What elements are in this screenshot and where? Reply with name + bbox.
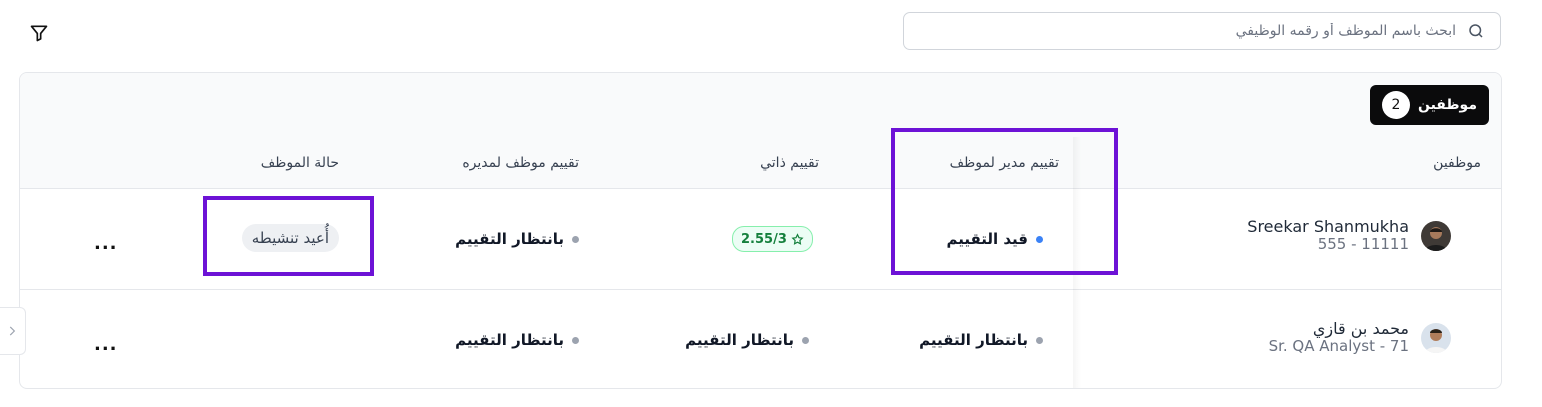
- employee-rating-manager-status: بانتظار التقييم: [455, 331, 579, 349]
- self-rating-label: بانتظار التقييم: [685, 331, 794, 349]
- highlight-box-employee-status: [203, 196, 374, 276]
- status-dot-icon: [572, 235, 579, 243]
- table-row[interactable]: Sreekar Shanmukha 11111 - 555: [1247, 217, 1451, 254]
- column-header-employee-status[interactable]: حالة الموظف: [261, 155, 339, 171]
- search-input[interactable]: [918, 22, 1458, 40]
- filter-icon: [30, 25, 48, 42]
- score-value: 2.55/3: [741, 231, 787, 247]
- employee-count-badge: موظفين 2: [1370, 85, 1489, 125]
- sidebar-toggle-button[interactable]: [0, 307, 26, 355]
- status-dot-icon: [802, 336, 809, 344]
- manager-rating-label: بانتظار التقييم: [919, 331, 1028, 349]
- column-header-employees[interactable]: موظفين: [1433, 155, 1481, 171]
- table-row[interactable]: محمد بن قازي Sr. QA Analyst - 71: [1268, 319, 1451, 356]
- header-divider: [20, 188, 1501, 189]
- more-actions-button[interactable]: ...: [94, 334, 118, 355]
- employee-subtitle: 11111 - 555: [1317, 235, 1409, 254]
- employee-rating-manager-label: بانتظار التقييم: [455, 331, 564, 349]
- self-rating-score-badge: 2.55/3: [732, 226, 813, 252]
- self-rating-status: بانتظار التقييم: [685, 331, 809, 349]
- employee-subtitle: Sr. QA Analyst - 71: [1268, 337, 1409, 356]
- row-divider: [20, 289, 1501, 290]
- filter-button[interactable]: [24, 18, 54, 48]
- employee-rating-manager-status: بانتظار التقييم: [455, 230, 579, 248]
- avatar: [1421, 220, 1451, 251]
- employee-rating-manager-label: بانتظار التقييم: [455, 230, 564, 248]
- employee-name[interactable]: محمد بن قازي: [1269, 319, 1409, 338]
- employee-count: 2: [1381, 91, 1410, 119]
- employee-count-label: موظفين: [1417, 97, 1478, 113]
- avatar: [1421, 322, 1451, 353]
- chevron-right-icon: [9, 326, 15, 336]
- star-icon: [791, 232, 804, 245]
- highlight-box-manager-rating: [891, 128, 1118, 275]
- search-box[interactable]: [903, 12, 1501, 50]
- employee-name[interactable]: Sreekar Shanmukha: [1247, 217, 1409, 236]
- column-header-employee-rating-manager[interactable]: تقييم موظف لمديره: [462, 155, 579, 171]
- manager-rating-status: بانتظار التقييم: [919, 331, 1043, 349]
- search-icon: [1466, 21, 1486, 41]
- status-dot-icon: [1036, 336, 1043, 344]
- column-header-self-rating[interactable]: تقييم ذاتي: [760, 155, 819, 171]
- more-actions-button[interactable]: ...: [94, 233, 118, 254]
- status-dot-icon: [572, 336, 579, 344]
